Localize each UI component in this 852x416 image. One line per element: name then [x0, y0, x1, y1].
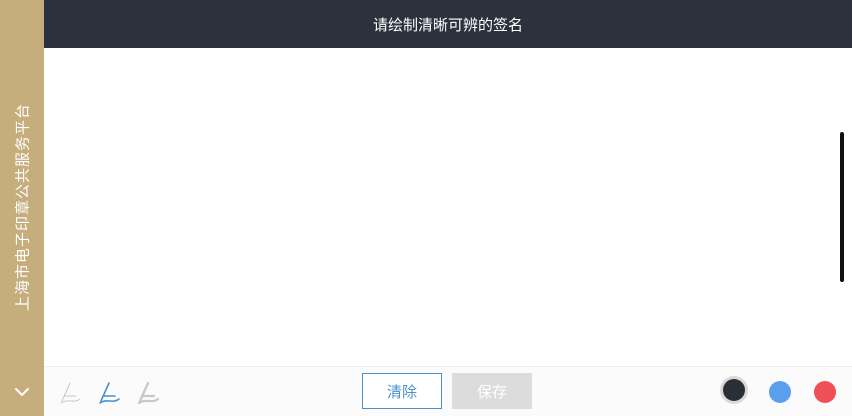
save-button[interactable]: 保存	[452, 373, 532, 409]
header: 请绘制清晰可辨的签名	[44, 0, 852, 48]
medium-pen-icon[interactable]	[95, 377, 125, 407]
page-title: 请绘制清晰可辨的签名	[372, 15, 523, 34]
thin-pen-icon[interactable]	[56, 377, 86, 407]
color-swatch-blue[interactable]	[769, 381, 791, 403]
signature-canvas[interactable]	[44, 48, 852, 366]
color-swatch-black[interactable]	[723, 379, 745, 401]
sidebar: 上海市电子印章公共服务平台	[0, 0, 44, 416]
scrollbar[interactable]	[840, 132, 844, 282]
thick-pen-icon[interactable]	[134, 377, 164, 407]
chevron-down-icon[interactable]	[10, 380, 34, 404]
clear-button[interactable]: 清除	[362, 373, 442, 409]
toolbar: 清除 保存	[44, 366, 852, 416]
color-swatch-red[interactable]	[814, 381, 836, 403]
sidebar-title: 上海市电子印章公共服务平台	[13, 102, 32, 312]
